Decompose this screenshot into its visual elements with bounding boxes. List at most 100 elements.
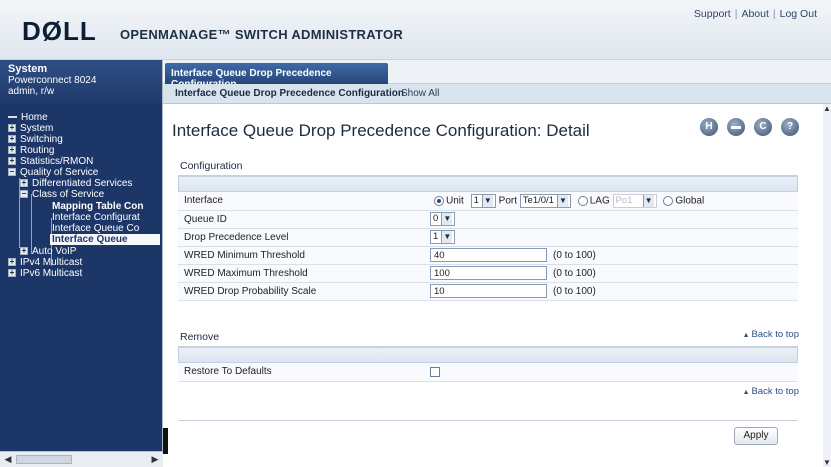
restore-defaults-checkbox[interactable] — [430, 366, 440, 377]
configuration-section-title: Configuration — [180, 160, 243, 172]
unit-radio[interactable] — [434, 195, 444, 206]
collapse-icon[interactable]: − — [8, 168, 16, 177]
vertical-scrollbar[interactable]: ▲ ▼ — [823, 104, 831, 467]
table-row: WRED Drop Probability Scale 10 (0 to 100) — [178, 282, 798, 301]
app-title: OPENMANAGE™ SWITCH ADMINISTRATOR — [120, 27, 404, 42]
global-label: Global — [675, 195, 705, 207]
nav-home[interactable]: Home — [8, 112, 48, 123]
left-panel: System Powerconnect 8024 admin, r/w Home… — [0, 60, 163, 467]
collapse-icon[interactable]: − — [20, 190, 28, 199]
chevron-down-icon: ▼ — [642, 194, 654, 207]
interface-label: Interface — [178, 192, 424, 211]
refresh-icon[interactable]: C — [754, 118, 772, 136]
back-to-top-link[interactable]: Back to top — [743, 386, 799, 397]
nav-statistics[interactable]: + Statistics/RMON — [8, 156, 93, 167]
port-label: Port — [498, 195, 517, 207]
nav-switching[interactable]: + Switching — [8, 134, 63, 145]
top-links: Support | About | Log Out — [693, 8, 817, 20]
print-icon[interactable]: ▬ — [727, 118, 745, 136]
main-content: Interface Queue Drop Precedence Configur… — [168, 104, 823, 467]
remove-section-title: Remove — [180, 331, 220, 343]
app-header: DØLL OPENMANAGE™ SWITCH ADMINISTRATOR Su… — [0, 0, 831, 60]
section-header-band — [178, 347, 798, 363]
scroll-thumb[interactable] — [16, 455, 72, 464]
expand-icon[interactable]: + — [8, 258, 16, 267]
about-link[interactable]: About — [741, 8, 768, 20]
lag-label: LAG — [589, 195, 610, 207]
nav-tree: Home + System + Switching + Routing + Statis… — [0, 104, 162, 451]
nav-routing[interactable]: + Routing — [8, 145, 54, 156]
apply-button[interactable]: Apply — [734, 427, 778, 445]
home-icon — [8, 116, 17, 119]
expand-icon[interactable]: + — [20, 247, 28, 256]
nav-auto-voip[interactable]: + Auto VoIP — [20, 246, 76, 257]
save-icon[interactable]: H — [700, 118, 718, 136]
wred-max-range: (0 to 100) — [553, 267, 596, 279]
expand-icon[interactable]: + — [8, 269, 16, 278]
chevron-down-icon: ▼ — [441, 231, 453, 243]
tab-bar: Interface Queue Drop Precedence Configur… — [163, 60, 831, 90]
restore-defaults-label: Restore To Defaults — [178, 363, 424, 382]
scroll-up-icon[interactable]: ▲ — [823, 104, 831, 113]
table-row: Interface Unit 1 ▼ Port Te1/0/1 ▼ LAG Po1 ▼… — [178, 192, 798, 211]
page-title: Interface Queue Drop Precedence Configur… — [172, 121, 590, 140]
system-user: admin, r/w — [8, 86, 55, 97]
expand-icon[interactable]: + — [8, 135, 16, 144]
system-title: System — [8, 63, 48, 75]
scroll-right-icon[interactable]: ▶ — [149, 454, 161, 465]
nav-ipv6-multicast[interactable]: + IPv6 Multicast — [8, 268, 82, 279]
table-row: WRED Minimum Threshold 40 (0 to 100) — [178, 246, 798, 265]
tab-drop-precedence[interactable]: Interface Queue Drop Precedence Configur… — [165, 63, 388, 90]
nav-qos[interactable]: − Quality of Service — [8, 167, 98, 178]
table-row: Restore To Defaults — [178, 363, 798, 382]
lag-select[interactable]: Po1 ▼ — [612, 193, 657, 208]
nav-interface-config[interactable]: Interface Configurat — [52, 212, 140, 223]
wred-max-input[interactable]: 100 — [430, 266, 547, 280]
nav-system[interactable]: + System — [8, 123, 53, 134]
unit-select[interactable]: 1 ▼ — [470, 193, 496, 208]
section-header-band — [178, 176, 798, 192]
wred-prob-label: WRED Drop Probability Scale — [178, 282, 424, 301]
queue-id-select[interactable]: 0 ▼ — [430, 212, 456, 226]
wred-min-range: (0 to 100) — [553, 249, 596, 261]
global-radio[interactable] — [663, 195, 674, 206]
support-link[interactable]: Support — [694, 8, 731, 20]
scroll-down-icon[interactable]: ▼ — [823, 458, 831, 467]
table-row: Queue ID 0 ▼ — [178, 210, 798, 229]
system-info: System Powerconnect 8024 admin, r/w — [0, 60, 162, 104]
drop-precedence-select[interactable]: 1 ▼ — [430, 230, 456, 244]
nav-mapping-table[interactable]: Mapping Table Con — [52, 201, 143, 212]
subtab-configuration[interactable]: Interface Queue Drop Precedence Configur… — [175, 88, 404, 99]
drop-precedence-label: Drop Precedence Level — [178, 228, 424, 247]
divider — [178, 420, 798, 421]
subtab-show-all[interactable]: Show All — [401, 88, 439, 99]
expand-icon[interactable]: + — [8, 124, 16, 133]
configuration-table: Interface Unit 1 ▼ Port Te1/0/1 ▼ LAG Po1 ▼… — [178, 192, 798, 301]
remove-table: Restore To Defaults — [178, 363, 798, 382]
help-icon[interactable]: ? — [781, 118, 799, 136]
lag-radio[interactable] — [577, 195, 588, 206]
dell-logo: DØLL — [22, 16, 97, 46]
wred-prob-input[interactable]: 10 — [430, 284, 547, 298]
table-row: WRED Maximum Threshold 100 (0 to 100) — [178, 264, 798, 283]
port-select[interactable]: Te1/0/1 ▼ — [519, 193, 571, 208]
nav-cos[interactable]: − Class of Service — [20, 189, 104, 200]
subtab-bar: Interface Queue Drop Precedence Configur… — [163, 84, 831, 104]
scroll-left-icon[interactable]: ◀ — [2, 454, 14, 465]
nav-interface-queue-co[interactable]: Interface Queue Co — [52, 223, 139, 234]
expand-icon[interactable]: + — [20, 179, 28, 188]
nav-ipv4-multicast[interactable]: + IPv4 Multicast — [8, 257, 82, 268]
horizontal-scrollbar[interactable]: ◀ ▶ — [0, 451, 163, 467]
wred-min-input[interactable]: 40 — [430, 248, 547, 262]
queue-id-label: Queue ID — [178, 210, 424, 229]
back-to-top-link[interactable]: Back to top — [743, 329, 799, 340]
expand-icon[interactable]: + — [8, 157, 16, 166]
table-row: Drop Precedence Level 1 ▼ — [178, 228, 798, 247]
logout-link[interactable]: Log Out — [780, 8, 817, 20]
chevron-down-icon: ▼ — [441, 213, 453, 225]
nav-diffserv[interactable]: + Differentiated Services — [20, 178, 132, 189]
nav-interface-queue-selected[interactable]: Interface Queue — [50, 234, 160, 245]
unit-label: Unit — [446, 195, 464, 207]
wred-prob-range: (0 to 100) — [553, 285, 596, 297]
expand-icon[interactable]: + — [8, 146, 16, 155]
